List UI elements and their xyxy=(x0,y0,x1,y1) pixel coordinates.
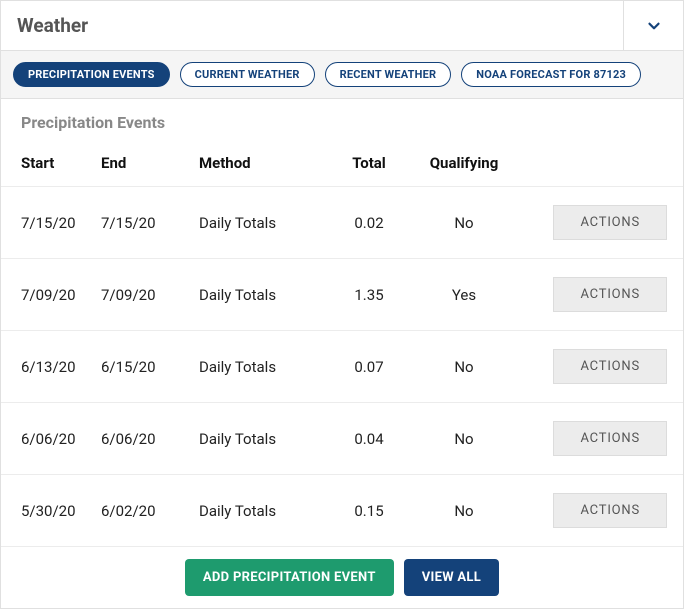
collapse-toggle[interactable] xyxy=(623,1,683,50)
cell-start: 7/09/20 xyxy=(13,286,101,304)
add-precipitation-event-button[interactable]: ADD PRECIPITATION EVENT xyxy=(185,559,394,596)
cell-end: 6/06/20 xyxy=(101,430,199,448)
section-title: Precipitation Events xyxy=(1,99,683,144)
cell-end: 7/09/20 xyxy=(101,286,199,304)
actions-button[interactable]: ACTIONS xyxy=(553,421,667,456)
cell-qualifying: No xyxy=(409,214,519,232)
table-row: 6/06/20 6/06/20 Daily Totals 0.04 No ACT… xyxy=(1,402,683,474)
cell-start: 6/13/20 xyxy=(13,358,101,376)
footer-bar: ADD PRECIPITATION EVENT VIEW ALL xyxy=(1,546,683,608)
cell-method: Daily Totals xyxy=(199,502,329,520)
tab-precipitation-events[interactable]: PRECIPITATION EVENTS xyxy=(13,62,170,87)
cell-total: 0.04 xyxy=(329,430,409,448)
cell-total: 0.02 xyxy=(329,214,409,232)
cell-qualifying: Yes xyxy=(409,286,519,304)
cell-end: 6/15/20 xyxy=(101,358,199,376)
cell-method: Daily Totals xyxy=(199,430,329,448)
actions-button[interactable]: ACTIONS xyxy=(553,277,667,312)
cell-method: Daily Totals xyxy=(199,286,329,304)
col-header-start: Start xyxy=(13,154,101,172)
cell-method: Daily Totals xyxy=(199,358,329,376)
cell-start: 5/30/20 xyxy=(13,502,101,520)
cell-start: 6/06/20 xyxy=(13,430,101,448)
cell-method: Daily Totals xyxy=(199,214,329,232)
table-row: 5/30/20 6/02/20 Daily Totals 0.15 No ACT… xyxy=(1,474,683,546)
cell-qualifying: No xyxy=(409,430,519,448)
chevron-down-icon xyxy=(645,17,663,35)
tab-current-weather[interactable]: CURRENT WEATHER xyxy=(180,62,315,87)
cell-total: 0.15 xyxy=(329,502,409,520)
weather-panel: Weather PRECIPITATION EVENTS CURRENT WEA… xyxy=(0,0,684,609)
tab-recent-weather[interactable]: RECENT WEATHER xyxy=(325,62,452,87)
cell-start: 7/15/20 xyxy=(13,214,101,232)
actions-button[interactable]: ACTIONS xyxy=(553,493,667,528)
panel-header: Weather xyxy=(1,1,683,51)
actions-button[interactable]: ACTIONS xyxy=(553,349,667,384)
col-header-end: End xyxy=(101,154,199,172)
cell-end: 6/02/20 xyxy=(101,502,199,520)
table-row: 6/13/20 6/15/20 Daily Totals 0.07 No ACT… xyxy=(1,330,683,402)
actions-button[interactable]: ACTIONS xyxy=(553,205,667,240)
panel-title: Weather xyxy=(1,14,88,37)
cell-qualifying: No xyxy=(409,502,519,520)
cell-end: 7/15/20 xyxy=(101,214,199,232)
cell-total: 1.35 xyxy=(329,286,409,304)
tabs-bar: PRECIPITATION EVENTS CURRENT WEATHER REC… xyxy=(1,51,683,99)
tab-noaa-forecast[interactable]: NOAA FORECAST FOR 87123 xyxy=(461,62,641,87)
table-row: 7/09/20 7/09/20 Daily Totals 1.35 Yes AC… xyxy=(1,258,683,330)
col-header-total: Total xyxy=(329,154,409,172)
cell-total: 0.07 xyxy=(329,358,409,376)
table-row: 7/15/20 7/15/20 Daily Totals 0.02 No ACT… xyxy=(1,186,683,258)
col-header-method: Method xyxy=(199,154,329,172)
table-header: Start End Method Total Qualifying xyxy=(1,144,683,186)
col-header-actions xyxy=(519,154,671,172)
col-header-qualifying: Qualifying xyxy=(409,154,519,172)
cell-qualifying: No xyxy=(409,358,519,376)
view-all-button[interactable]: VIEW ALL xyxy=(404,559,499,596)
